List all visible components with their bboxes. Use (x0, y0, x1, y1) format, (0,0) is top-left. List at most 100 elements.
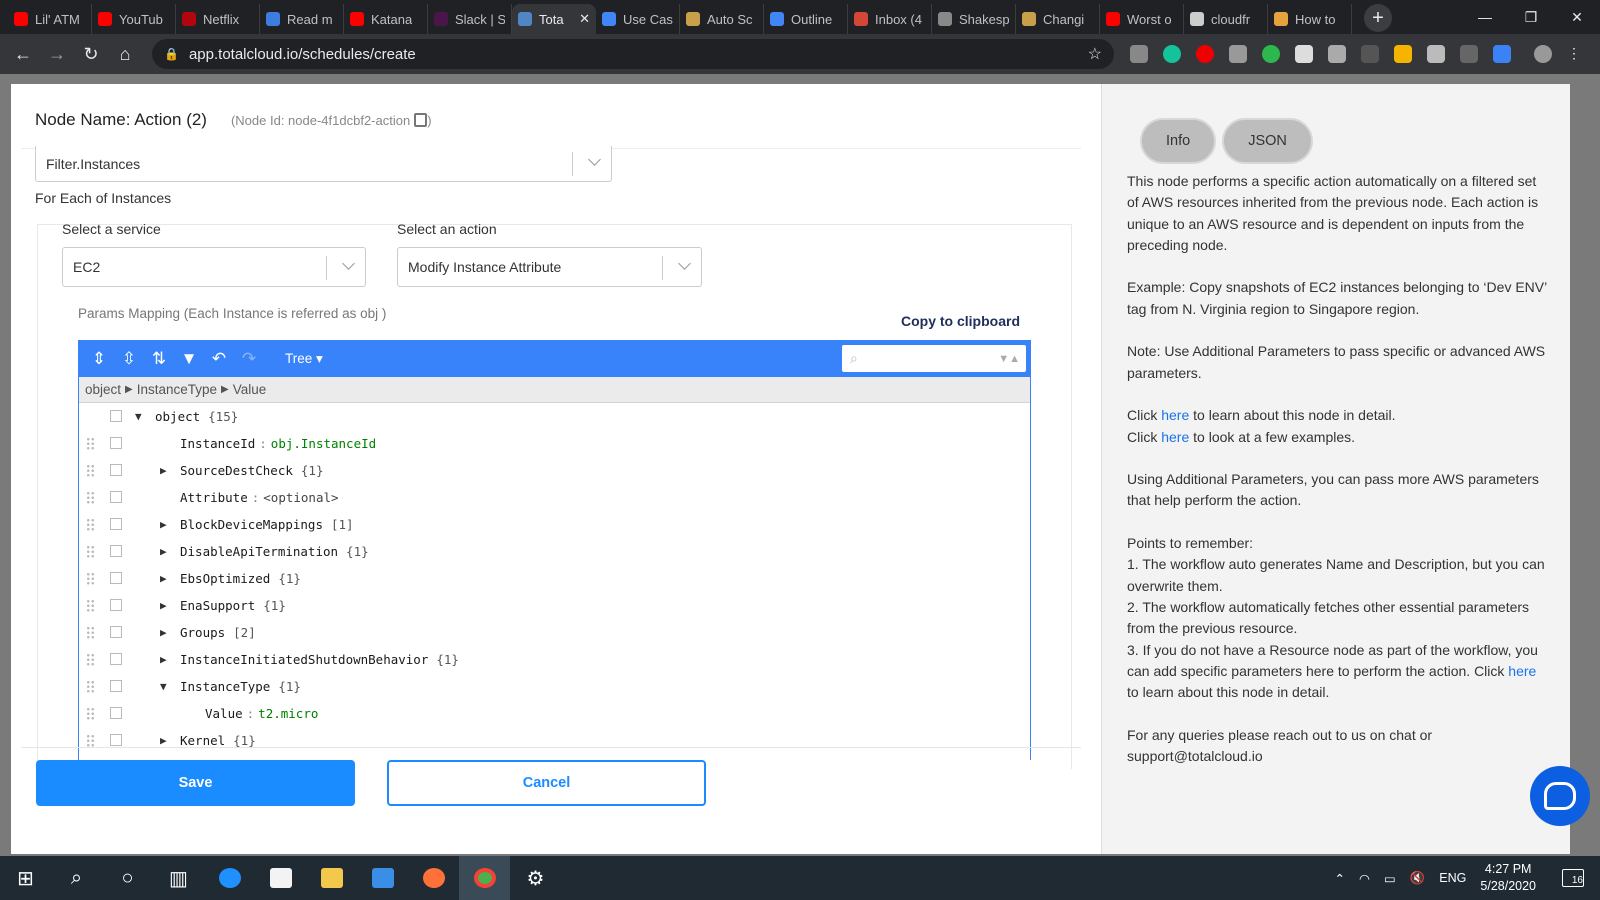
windows-start-icon[interactable]: ⊞ (0, 856, 51, 900)
tree-value[interactable]: t2.micro (258, 706, 318, 721)
row-menu-checkbox[interactable] (110, 545, 122, 557)
expand-icon[interactable]: ▶ (160, 572, 167, 585)
task-view-icon[interactable]: ▥ (153, 856, 204, 900)
tree-key[interactable]: InstanceId: obj.InstanceId (180, 436, 376, 451)
expand-icon[interactable]: ▶ (160, 653, 167, 666)
tree-row[interactable]: ▶ SourceDestCheck {1} (79, 457, 1030, 484)
row-menu-checkbox[interactable] (110, 491, 122, 503)
close-window-icon[interactable]: ✕ (1554, 0, 1600, 34)
tree-key[interactable]: InstanceInitiatedShutdownBehavior {1} (180, 652, 459, 667)
tab-json[interactable]: JSON (1222, 118, 1313, 164)
browser-tab[interactable]: Outline (764, 4, 848, 34)
mail-icon[interactable] (357, 856, 408, 900)
adblock-icon[interactable] (1196, 45, 1214, 63)
extension-icon[interactable] (1361, 45, 1379, 63)
browser-tab[interactable]: Netflix (176, 4, 260, 34)
reload-icon[interactable]: ↻ (74, 37, 108, 71)
filter-select[interactable]: Filter.Instances (35, 146, 612, 182)
here-link[interactable]: here (1161, 407, 1189, 423)
row-menu-checkbox[interactable] (110, 653, 122, 665)
settings-icon[interactable]: ⚙ (510, 856, 561, 900)
row-menu-checkbox[interactable] (110, 518, 122, 530)
drag-handle-icon[interactable] (86, 518, 95, 531)
browser-tab[interactable]: YouTub (92, 4, 176, 34)
browser-tab[interactable]: How to (1268, 4, 1352, 34)
minimize-icon[interactable]: — (1462, 0, 1508, 34)
collapse-all-icon[interactable]: ⇳ (117, 347, 141, 371)
redo-icon[interactable]: ↷ (237, 347, 261, 371)
browser-tab[interactable]: Changi (1016, 4, 1100, 34)
expand-icon[interactable]: ▶ (160, 464, 167, 477)
collapse-icon[interactable]: ▼ (135, 410, 142, 423)
home-icon[interactable]: ⌂ (108, 37, 142, 71)
expand-icon[interactable]: ▶ (160, 734, 167, 747)
drag-handle-icon[interactable] (86, 707, 95, 720)
tree-row[interactable]: ▼ object {15} (79, 403, 1030, 430)
chrome-icon[interactable] (459, 856, 510, 900)
search-nav-arrows[interactable]: ▼▲ (998, 353, 1020, 365)
tree-row[interactable]: ▶ EnaSupport {1} (79, 592, 1030, 619)
tree-value[interactable]: <optional> (263, 490, 338, 505)
tree-key[interactable]: InstanceType {1} (180, 679, 301, 694)
row-menu-checkbox[interactable] (110, 707, 122, 719)
drag-handle-icon[interactable] (86, 545, 95, 558)
browser-tab[interactable]: Use Cas (596, 4, 680, 34)
extension-icon[interactable] (1130, 45, 1148, 63)
chrome-menu-icon[interactable]: ⋮ (1567, 45, 1581, 63)
tree-key[interactable]: object {15} (155, 409, 238, 424)
volume-icon[interactable]: 🔇 (1410, 871, 1426, 886)
row-menu-checkbox[interactable] (110, 572, 122, 584)
tree-row[interactable]: ▶ Groups [2] (79, 619, 1030, 646)
bookmark-star-icon[interactable]: ☆ (1088, 44, 1102, 64)
tray-chevron-icon[interactable]: ⌃ (1335, 871, 1345, 886)
firefox-icon[interactable] (408, 856, 459, 900)
extension-icon[interactable] (1460, 45, 1478, 63)
tree-key[interactable]: DisableApiTermination {1} (180, 544, 369, 559)
expand-icon[interactable]: ▶ (160, 599, 167, 612)
tree-row[interactable]: ▶ BlockDeviceMappings [1] (79, 511, 1030, 538)
tree-row[interactable]: ▶ EbsOptimized {1} (79, 565, 1030, 592)
drag-handle-icon[interactable] (86, 680, 95, 693)
browser-tab[interactable]: Slack | S (428, 4, 512, 34)
breadcrumb-item[interactable]: object (85, 382, 121, 397)
extension-icon[interactable] (1229, 45, 1247, 63)
close-tab-icon[interactable]: ✕ (579, 11, 590, 27)
wifi-icon[interactable]: ◠ (1359, 871, 1370, 886)
tree-key[interactable]: Value: t2.micro (205, 706, 318, 721)
new-tab-button[interactable]: + (1364, 4, 1392, 32)
shield-icon[interactable] (1493, 45, 1511, 63)
breadcrumb-item[interactable]: Value (233, 382, 267, 397)
edge-icon[interactable] (204, 856, 255, 900)
action-select[interactable]: Modify Instance Attribute (397, 247, 702, 287)
tree-row[interactable]: ▶ InstanceInitiatedShutdownBehavior {1} (79, 646, 1030, 673)
profile-avatar[interactable] (1534, 45, 1552, 63)
drag-handle-icon[interactable] (86, 464, 95, 477)
save-button[interactable]: Save (36, 760, 355, 806)
drag-handle-icon[interactable] (86, 599, 95, 612)
row-menu-checkbox[interactable] (110, 437, 122, 449)
forward-icon[interactable]: → (40, 37, 74, 71)
cancel-button[interactable]: Cancel (387, 760, 706, 806)
tree-row[interactable]: ▼ InstanceType {1} (79, 673, 1030, 700)
search-icon[interactable]: ⌕ (51, 856, 102, 900)
tree-key[interactable]: EbsOptimized {1} (180, 571, 301, 586)
evernote-icon[interactable] (1262, 45, 1280, 63)
undo-icon[interactable]: ↶ (207, 347, 231, 371)
tree-row[interactable]: InstanceId: obj.InstanceId (79, 430, 1030, 457)
address-bar[interactable]: 🔒 app.totalcloud.io/schedules/create ☆ (152, 39, 1114, 69)
tree-key[interactable]: SourceDestCheck {1} (180, 463, 323, 478)
service-select[interactable]: EC2 (62, 247, 366, 287)
tree-row[interactable]: Attribute: <optional> (79, 484, 1030, 511)
browser-tab[interactable]: Shakesp (932, 4, 1016, 34)
drag-handle-icon[interactable] (86, 653, 95, 666)
drag-handle-icon[interactable] (86, 572, 95, 585)
drag-handle-icon[interactable] (86, 491, 95, 504)
clock[interactable]: 4:27 PM 5/28/2020 (1480, 861, 1536, 895)
drag-handle-icon[interactable] (86, 437, 95, 450)
expand-icon[interactable]: ▶ (160, 518, 167, 531)
extension-icon[interactable] (1427, 45, 1445, 63)
here-link[interactable]: here (1161, 429, 1189, 445)
here-link[interactable]: here (1508, 663, 1536, 679)
tree-key[interactable]: Attribute: <optional> (180, 490, 339, 505)
cortana-icon[interactable]: ○ (102, 856, 153, 900)
